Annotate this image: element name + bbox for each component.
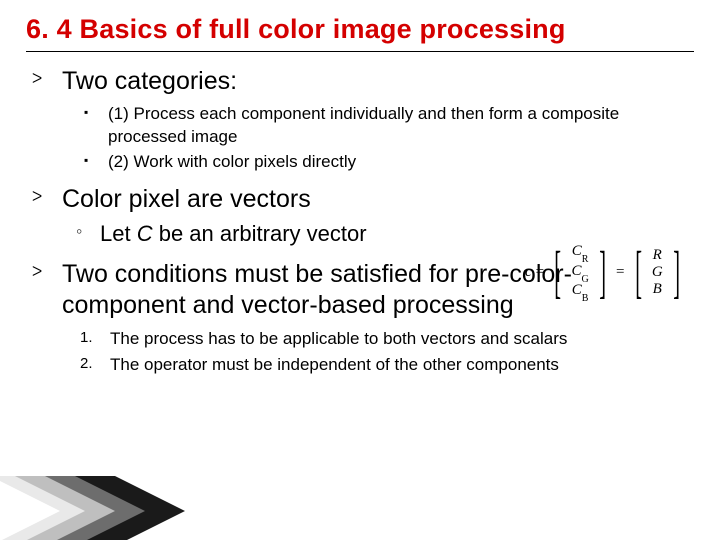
eq-equals: = <box>536 265 544 281</box>
bracket-icon: ] <box>599 249 606 294</box>
var-c: C <box>137 221 153 246</box>
text: be an arbitrary vector <box>153 221 367 246</box>
slide-title: 6. 4 Basics of full color image processi… <box>26 14 694 45</box>
eq-cell: B <box>653 282 662 298</box>
eq-sub: R <box>582 254 589 265</box>
vector-equation: c = [ CR CG CB ] = [ R G B ] <box>525 244 686 302</box>
sub-item: (1) Process each component individually … <box>62 103 694 149</box>
item-head: Color pixel are vectors <box>62 184 694 215</box>
eq-cell: C <box>572 243 582 259</box>
bracket-icon: ] <box>673 249 680 294</box>
eq-sub: B <box>582 293 589 304</box>
eq-cell: C <box>571 263 581 279</box>
bracket-icon: [ <box>554 249 561 294</box>
sub-item: (2) Work with color pixels directly <box>62 151 694 174</box>
bracket-icon: [ <box>635 249 642 294</box>
eq-equals: = <box>616 265 624 281</box>
eq-rhs-col: R G B <box>652 248 663 297</box>
num-item: The process has to be applicable to both… <box>62 328 694 351</box>
item-categories: Two categories: (1) Process each compone… <box>26 66 694 174</box>
item-head: Two categories: <box>62 66 694 97</box>
num-item: The operator must be independent of the … <box>62 354 694 377</box>
sublist-categories: (1) Process each component individually … <box>62 103 694 174</box>
eq-cell: G <box>652 265 663 281</box>
eq-cell: R <box>653 248 662 264</box>
numbered-list: The process has to be applicable to both… <box>62 328 694 378</box>
eq-lhs: c <box>525 265 532 281</box>
eq-sub: G <box>581 274 588 285</box>
eq-mid-col: CR CG CB <box>571 244 588 302</box>
title-underline <box>26 51 694 52</box>
slide: 6. 4 Basics of full color image processi… <box>0 0 720 540</box>
item-vectors: Color pixel are vectors Let C be an arbi… <box>26 184 694 249</box>
text: Let <box>100 221 137 246</box>
content-list: Two categories: (1) Process each compone… <box>26 66 694 377</box>
chevron-decoration-icon <box>0 456 230 540</box>
